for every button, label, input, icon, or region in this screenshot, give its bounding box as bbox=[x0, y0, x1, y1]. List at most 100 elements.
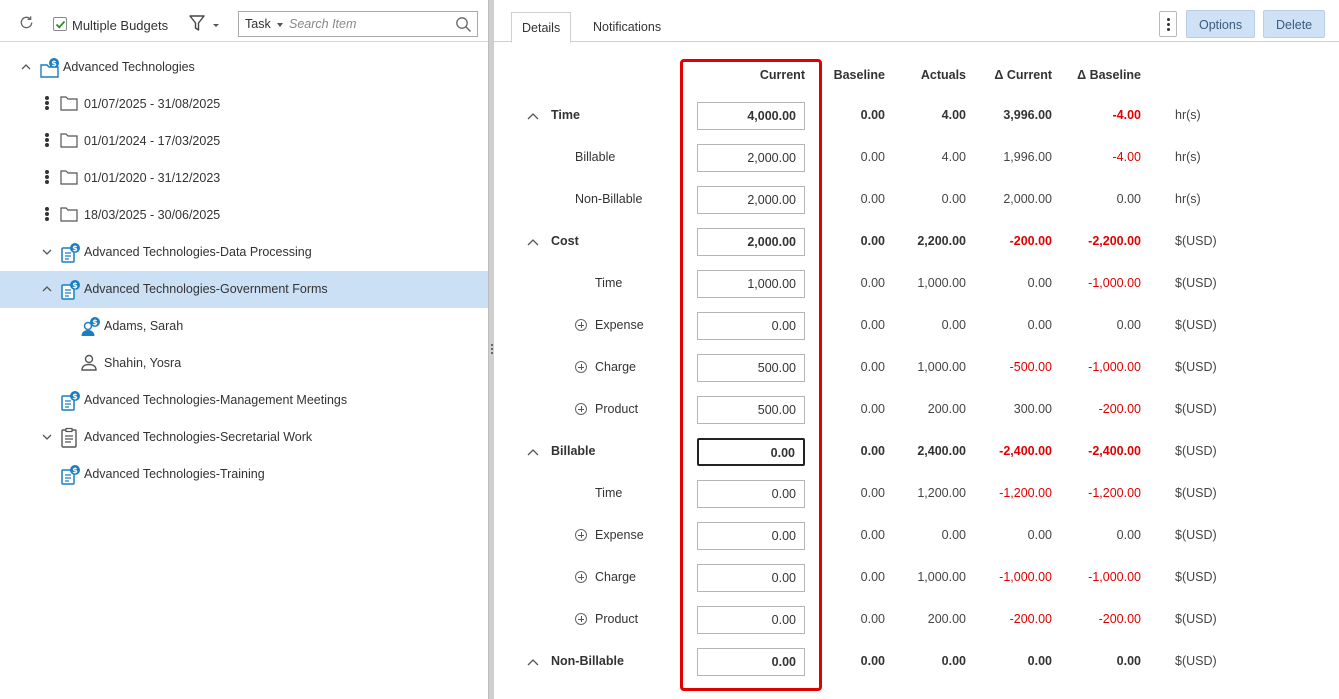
delta-current-value: -1,000.00 bbox=[999, 570, 1052, 584]
tree-item-period[interactable]: 01/01/2024 - 17/03/2025 bbox=[0, 123, 488, 160]
current-value-input[interactable]: 4,000.00 bbox=[697, 102, 805, 130]
tree-item-task[interactable]: Advanced Technologies-Secretarial Work bbox=[0, 419, 488, 456]
chevron-up-icon[interactable] bbox=[527, 237, 539, 247]
filter-dropdown[interactable] bbox=[189, 14, 221, 34]
chevron-up-icon[interactable] bbox=[41, 283, 53, 295]
svg-text:$: $ bbox=[72, 466, 78, 475]
tree-item-period[interactable]: 01/07/2025 - 31/08/2025 bbox=[0, 86, 488, 123]
svg-text:$: $ bbox=[72, 392, 78, 401]
row-label: Expense bbox=[595, 318, 644, 332]
expand-plus-icon[interactable] bbox=[575, 361, 587, 373]
current-value-input[interactable]: 0.00 bbox=[697, 522, 805, 550]
tree-item-period[interactable]: 01/01/2020 - 31/12/2023 bbox=[0, 160, 488, 197]
delta-baseline-value: -200.00 bbox=[1098, 612, 1141, 626]
chevron-up-icon[interactable] bbox=[20, 61, 32, 73]
budget-user-icon: $ bbox=[81, 317, 100, 336]
current-value-input[interactable]: 0.00 bbox=[697, 606, 805, 634]
current-value-input[interactable]: 0.00 bbox=[697, 480, 805, 508]
column-header-delta-baseline: Δ Baseline bbox=[1077, 68, 1141, 82]
row-label: Non-Billable bbox=[575, 192, 643, 206]
user-icon bbox=[81, 354, 97, 371]
kebab-menu-icon[interactable] bbox=[44, 132, 50, 148]
delta-current-value: -2,400.00 bbox=[999, 444, 1052, 458]
actuals-value: 1,200.00 bbox=[917, 486, 966, 500]
current-value-input[interactable]: 1,000.00 bbox=[697, 270, 805, 298]
tree-item-user[interactable]: Shahin, Yosra bbox=[0, 345, 488, 382]
tree-item-task[interactable]: $ Advanced Technologies-Management Meeti… bbox=[0, 382, 488, 419]
tree-item-task-selected[interactable]: $ Advanced Technologies-Government Forms bbox=[0, 271, 488, 308]
search-box: Task bbox=[238, 11, 478, 37]
chevron-up-icon[interactable] bbox=[527, 447, 539, 457]
tree-item-task[interactable]: $ Advanced Technologies-Data Processing bbox=[0, 234, 488, 271]
current-value-input[interactable]: 500.00 bbox=[697, 396, 805, 424]
delta-baseline-value: 0.00 bbox=[1116, 528, 1141, 542]
options-button[interactable]: Options bbox=[1186, 10, 1256, 38]
delta-baseline-value: -1,200.00 bbox=[1088, 486, 1141, 500]
refresh-icon[interactable] bbox=[18, 14, 35, 31]
delta-baseline-value: -4.00 bbox=[1112, 150, 1142, 164]
unit-label: $(USD) bbox=[1175, 612, 1217, 626]
splitter-grip-icon[interactable] bbox=[491, 344, 493, 354]
chevron-up-icon[interactable] bbox=[527, 111, 539, 121]
budget-task-icon: $ bbox=[61, 280, 80, 300]
tree-item-label: Advanced Technologies-Training bbox=[84, 467, 265, 481]
actuals-value: 1,000.00 bbox=[917, 276, 966, 290]
expand-plus-icon[interactable] bbox=[575, 571, 587, 583]
current-value-input[interactable]: 0.00 bbox=[697, 564, 805, 592]
row-label: Product bbox=[595, 402, 639, 416]
expand-plus-icon[interactable] bbox=[575, 403, 587, 415]
search-input[interactable] bbox=[289, 15, 449, 33]
expand-plus-icon[interactable] bbox=[575, 613, 587, 625]
chevron-down-icon bbox=[277, 23, 283, 27]
kebab-menu-icon[interactable] bbox=[44, 95, 50, 111]
actuals-value: 4.00 bbox=[941, 108, 966, 122]
delete-button[interactable]: Delete bbox=[1263, 10, 1326, 38]
details-toolbar: Details Notifications Options Delete bbox=[494, 0, 1339, 43]
chevron-down-icon[interactable] bbox=[41, 246, 53, 258]
tree-item-task[interactable]: $ Advanced Technologies-Training bbox=[0, 456, 488, 493]
tab-notifications[interactable]: Notifications bbox=[583, 12, 671, 43]
multiple-budgets-label: Multiple Budgets bbox=[72, 18, 169, 33]
current-value-input[interactable]: 500.00 bbox=[697, 354, 805, 382]
search-type-select[interactable]: Task bbox=[245, 17, 271, 31]
kebab-menu-icon[interactable] bbox=[44, 169, 50, 185]
unit-label: $(USD) bbox=[1175, 528, 1217, 542]
multiple-budgets-checkbox[interactable] bbox=[53, 17, 67, 31]
delta-current-value: 0.00 bbox=[1027, 276, 1052, 290]
chevron-down-icon[interactable] bbox=[41, 431, 53, 443]
actuals-value: 2,200.00 bbox=[917, 234, 966, 248]
current-value-input[interactable]: 2,000.00 bbox=[697, 228, 805, 256]
tree-item-label: Adams, Sarah bbox=[104, 319, 184, 333]
unit-label: $(USD) bbox=[1175, 360, 1217, 374]
search-icon[interactable] bbox=[455, 16, 472, 33]
tree-item-period[interactable]: 18/03/2025 - 30/06/2025 bbox=[0, 197, 488, 234]
unit-label: $(USD) bbox=[1175, 486, 1217, 500]
kebab-menu-icon[interactable] bbox=[44, 206, 50, 222]
tree-item-user[interactable]: $ Adams, Sarah bbox=[0, 308, 488, 345]
tab-details[interactable]: Details bbox=[511, 12, 572, 43]
baseline-value: 0.00 bbox=[860, 108, 885, 122]
current-value-input[interactable]: 0.00 bbox=[697, 648, 805, 676]
delta-current-value: 0.00 bbox=[1027, 654, 1052, 668]
actuals-value: 0.00 bbox=[941, 528, 966, 542]
baseline-value: 0.00 bbox=[860, 276, 885, 290]
actuals-value: 200.00 bbox=[927, 612, 966, 626]
tree-item-root[interactable]: $ Advanced Technologies bbox=[0, 49, 488, 86]
tree-item-label: Advanced Technologies bbox=[63, 60, 195, 74]
row-label: Charge bbox=[595, 360, 636, 374]
actuals-value: 0.00 bbox=[941, 192, 966, 206]
expand-plus-icon[interactable] bbox=[575, 529, 587, 541]
expand-plus-icon[interactable] bbox=[575, 319, 587, 331]
row-label: Product bbox=[595, 612, 639, 626]
tree-item-label: Advanced Technologies-Data Processing bbox=[84, 245, 312, 259]
chevron-up-icon[interactable] bbox=[527, 657, 539, 667]
delta-baseline-value: 0.00 bbox=[1116, 192, 1141, 206]
current-value-input[interactable]: 2,000.00 bbox=[697, 144, 805, 172]
details-pane: Details Notifications Options Delete Cur… bbox=[494, 0, 1339, 699]
actuals-value: 0.00 bbox=[941, 654, 966, 668]
current-value-input[interactable]: 2,000.00 bbox=[697, 186, 805, 214]
more-options-icon[interactable] bbox=[1159, 11, 1177, 37]
current-value-input[interactable]: 0.00 bbox=[697, 438, 805, 466]
current-value-input[interactable]: 0.00 bbox=[697, 312, 805, 340]
delta-current-value: 2,000.00 bbox=[1003, 192, 1052, 206]
